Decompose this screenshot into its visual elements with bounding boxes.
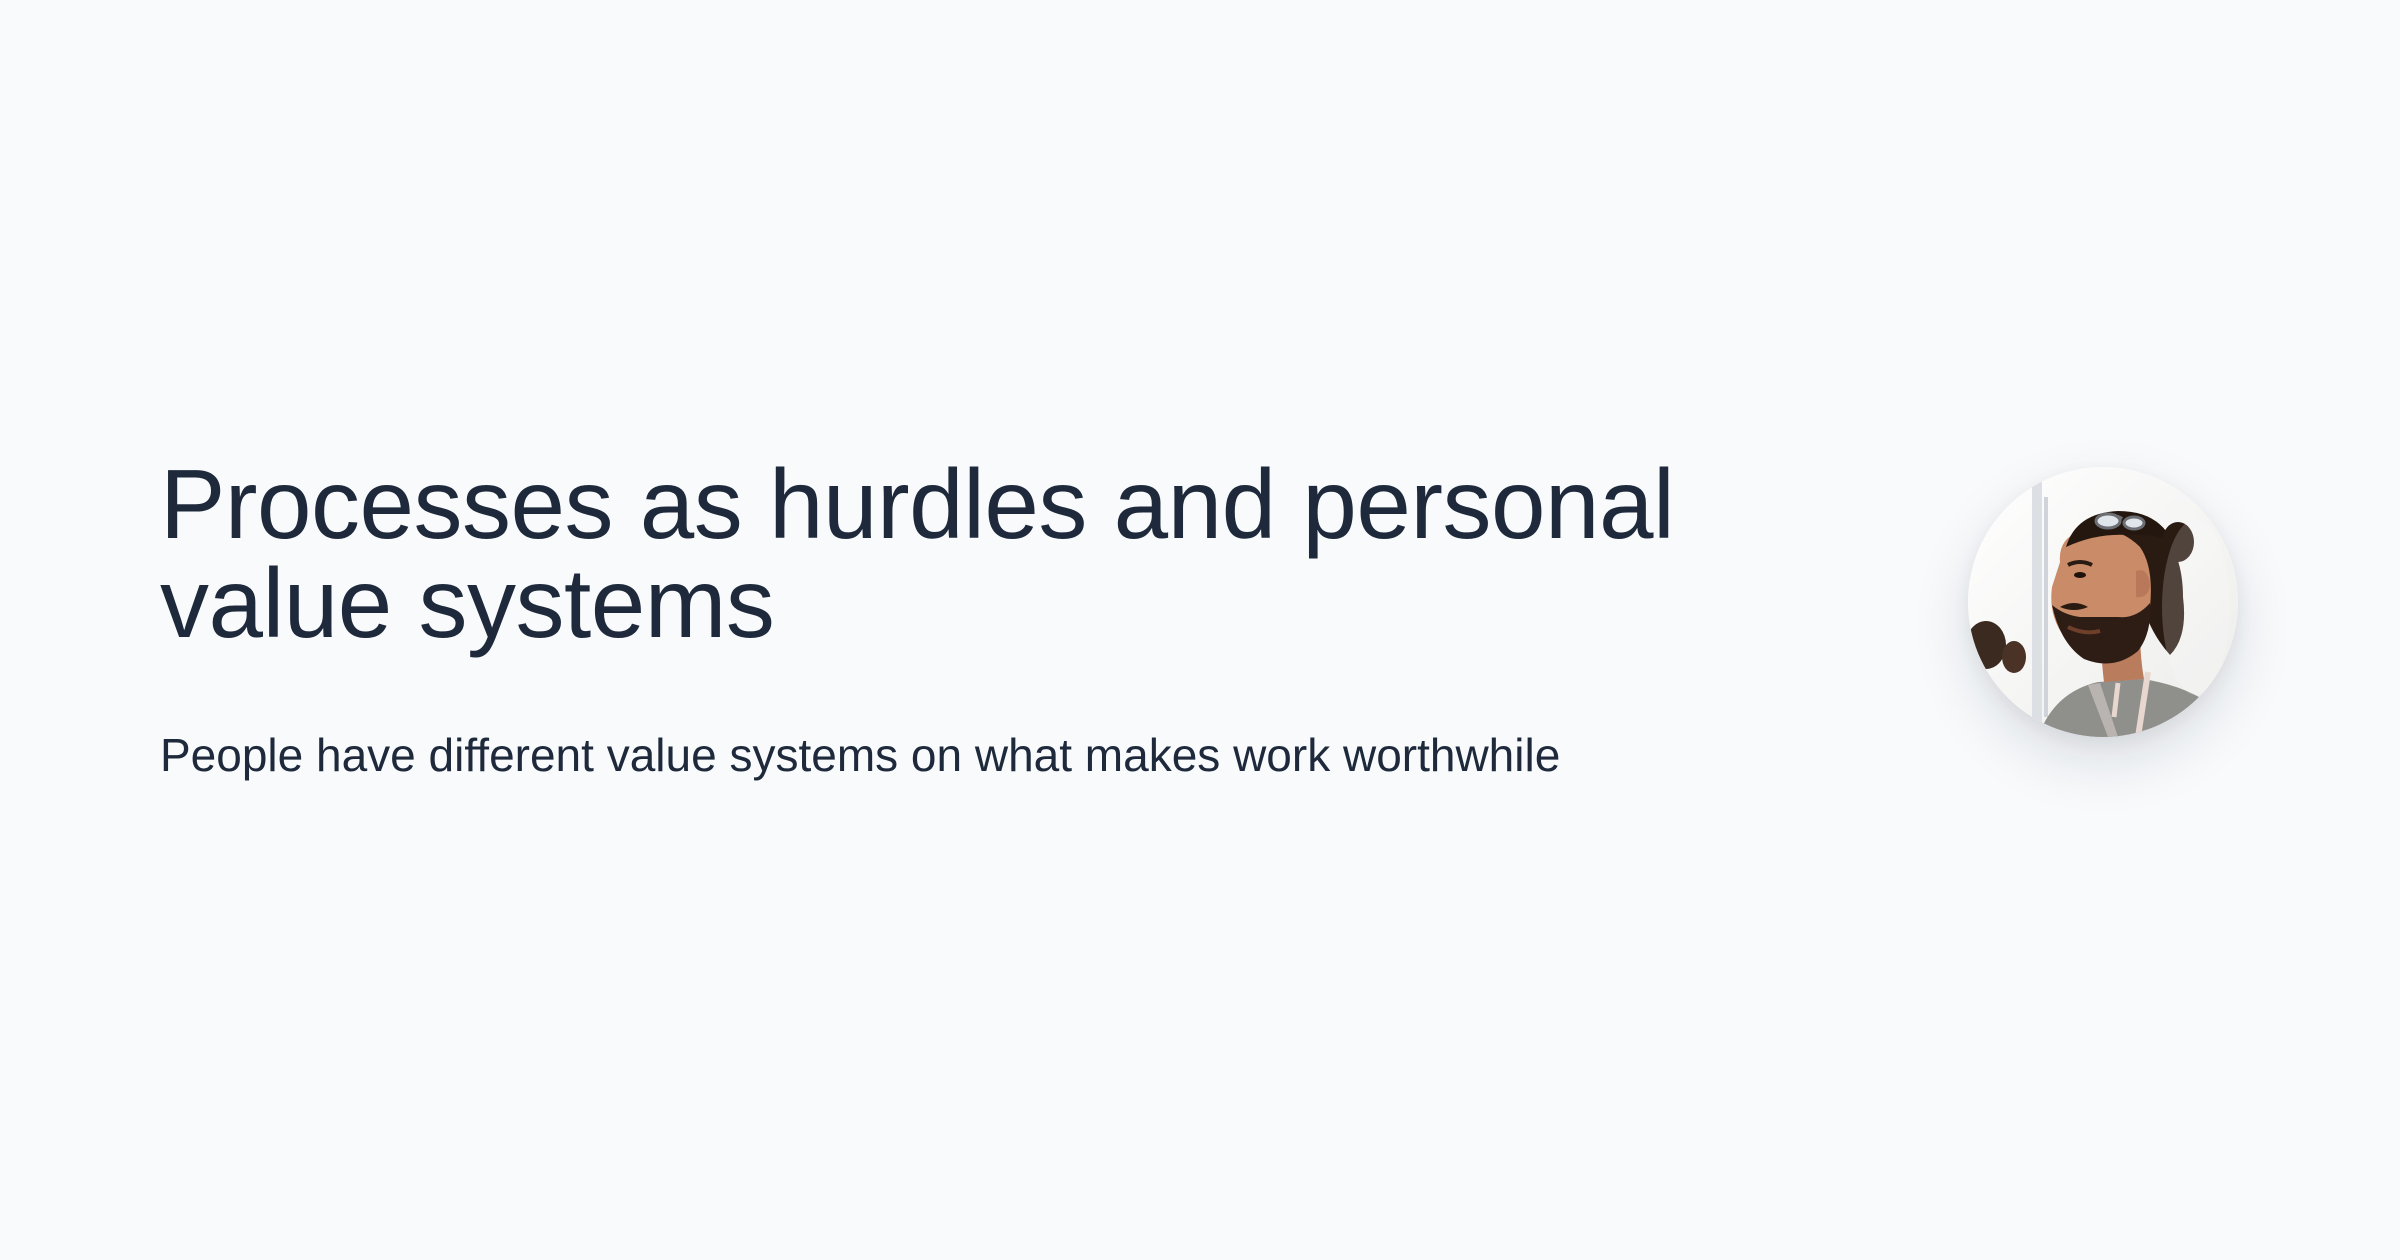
page-title: Processes as hurdles and personal value …: [160, 449, 1675, 658]
og-card: Processes as hurdles and personal value …: [0, 0, 2400, 1260]
person-photo-icon: [1968, 467, 2238, 737]
page-subtitle: People have different value systems on w…: [160, 729, 1561, 781]
text-block: Processes as hurdles and personal value …: [160, 455, 1860, 783]
author-avatar: [1968, 467, 2238, 737]
